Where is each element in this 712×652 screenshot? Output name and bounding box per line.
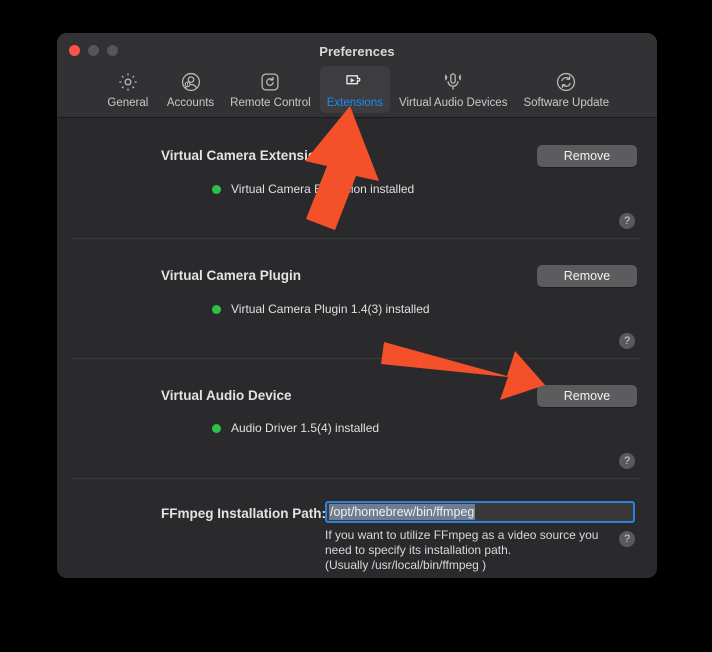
window-titlebar: Preferences General Accounts Remote Cont… [57, 33, 657, 118]
remove-virtual-camera-plugin-button[interactable]: Remove [537, 265, 637, 287]
section-divider [73, 238, 641, 239]
status-row: Audio Driver 1.5(4) installed [212, 421, 379, 435]
extensions-panel: Virtual Camera Extension Virtual Camera … [57, 118, 657, 578]
tab-virtual-audio-devices-label: Virtual Audio Devices [398, 97, 508, 109]
status-text: Virtual Camera Plugin 1.4(3) installed [231, 302, 430, 316]
tab-accounts[interactable]: Accounts [160, 66, 221, 113]
screenshot-root: Preferences General Accounts Remote Cont… [0, 0, 712, 652]
tab-extensions[interactable]: Extensions [319, 66, 390, 113]
puzzle-play-icon [343, 70, 367, 94]
ffmpeg-path-value: /opt/homebrew/bin/ffmpeg [329, 504, 476, 520]
window-title: Preferences [319, 44, 395, 59]
tab-remote-control[interactable]: Remote Control [223, 66, 318, 113]
section-title: Virtual Audio Device [161, 388, 292, 403]
status-dot-green [212, 423, 221, 433]
ffmpeg-path-input[interactable]: /opt/homebrew/bin/ffmpeg [325, 501, 635, 523]
ffmpeg-help-text: If you want to utilize FFmpeg as a video… [325, 528, 598, 573]
gear-icon [117, 70, 139, 94]
ffmpeg-label: FFmpeg Installation Path: [161, 506, 327, 521]
remove-virtual-audio-device-button[interactable]: Remove [537, 385, 637, 407]
ffmpeg-help-line-2: need to specify its installation path. [325, 543, 512, 557]
remote-control-icon [259, 70, 281, 94]
help-button[interactable]: ? [619, 213, 635, 229]
section-title: Virtual Camera Extension [161, 148, 325, 163]
help-button[interactable]: ? [619, 531, 635, 547]
status-dot-green [212, 304, 221, 314]
help-button[interactable]: ? [619, 333, 635, 349]
status-dot-green [212, 184, 221, 194]
status-row: Virtual Camera Plugin 1.4(3) installed [212, 302, 430, 316]
tab-extensions-label: Extensions [326, 97, 383, 109]
status-text: Audio Driver 1.5(4) installed [231, 421, 380, 435]
tab-general-label: General [107, 97, 149, 109]
remove-virtual-camera-extension-button[interactable]: Remove [537, 145, 637, 167]
tab-general[interactable]: General [98, 66, 158, 113]
preferences-window: Preferences General Accounts Remote Cont… [57, 33, 657, 578]
user-account-icon [180, 70, 202, 94]
tab-accounts-label: Accounts [166, 97, 215, 109]
preferences-toolbar: General Accounts Remote Control Extensio… [57, 63, 657, 117]
status-row: Virtual Camera Extension installed [212, 182, 414, 196]
tab-software-update-label: Software Update [523, 97, 610, 109]
tab-virtual-audio-devices[interactable]: Virtual Audio Devices [392, 66, 514, 113]
microphone-icon [441, 70, 465, 94]
tab-remote-control-label: Remote Control [230, 97, 311, 109]
help-button[interactable]: ? [619, 453, 635, 469]
section-title: Virtual Camera Plugin [161, 268, 302, 283]
section-divider [73, 358, 641, 359]
status-text: Virtual Camera Extension installed [231, 182, 415, 196]
tab-software-update[interactable]: Software Update [516, 66, 616, 113]
section-divider [73, 478, 641, 479]
refresh-circle-icon [555, 70, 577, 94]
ffmpeg-help-line-1: If you want to utilize FFmpeg as a video… [325, 528, 599, 542]
ffmpeg-help-line-3: (Usually /usr/local/bin/ffmpeg ) [325, 558, 487, 572]
